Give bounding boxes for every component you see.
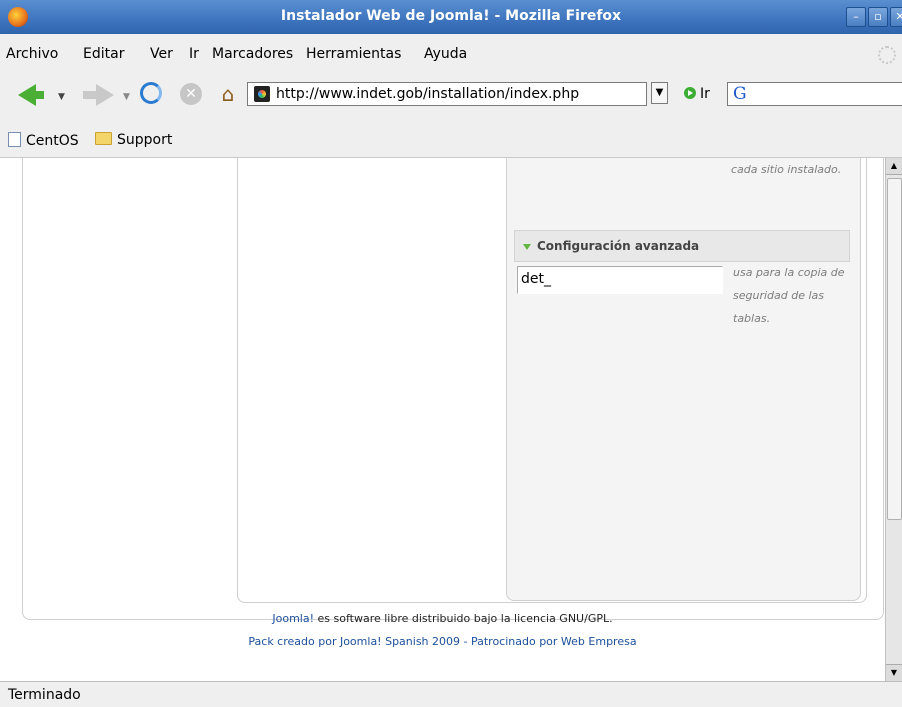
bookmark-support-label: Support [117,132,173,148]
maximize-button[interactable]: ▫ [868,7,888,27]
forward-arrow-icon[interactable] [96,84,114,106]
expand-triangle-icon [523,244,531,250]
menu-marcadores[interactable]: Marcadores [212,46,293,62]
forward-history-dropdown-icon[interactable]: ▼ [123,92,130,102]
hint-line-3: tablas. [733,312,771,325]
footer-license-text: es software libre distribuido bajo la li… [314,612,613,625]
url-bar[interactable]: http://www.indet.gob/installation/index.… [247,82,647,106]
site-favicon-icon [254,86,270,102]
menu-bar: Archivo Editar Ver Ir Marcadores Herrami… [0,34,902,68]
folder-icon [95,132,112,145]
menu-ver[interactable]: Ver [150,46,173,62]
bookmark-centos-label: CentOS [26,133,79,149]
forward-arrow-tail[interactable] [83,91,96,99]
bookmark-centos[interactable]: CentOS [8,132,79,149]
go-button-label[interactable]: Ir [700,86,710,102]
minimize-button[interactable]: – [846,7,866,27]
hint-line-1: usa para la copia de [733,266,845,279]
bookmarks-toolbar: CentOS Support [0,123,902,158]
hint-line-2: seguridad de las [733,289,825,302]
navigation-toolbar: ▼ ▼ ✕ ⌂ http://www.indet.gob/installatio… [0,68,902,123]
menu-editar[interactable]: Editar [83,46,124,62]
menu-archivo[interactable]: Archivo [6,46,58,62]
stop-icon[interactable]: ✕ [180,83,202,105]
window-titlebar: Instalador Web de Joomla! - Mozilla Fire… [0,0,902,34]
page-icon [8,132,21,147]
status-bar: Terminado [0,681,902,707]
go-icon[interactable] [684,87,696,99]
page-content: cada sitio instalado. Configuración avan… [0,158,885,681]
close-button[interactable]: ✕ [890,7,902,27]
advanced-config-toggle[interactable]: Configuración avanzada [514,230,850,262]
back-history-dropdown-icon[interactable]: ▼ [58,92,65,102]
scroll-thumb[interactable] [887,178,902,520]
window-title: Instalador Web de Joomla! - Mozilla Fire… [280,8,622,24]
scroll-down-icon[interactable]: ▼ [886,664,902,681]
search-engine-icon[interactable]: G [733,84,747,104]
vertical-scrollbar[interactable]: ▲ ▼ [885,158,902,681]
search-box[interactable]: G [727,82,902,106]
back-arrow-tail[interactable] [34,91,44,99]
footer-license: Joomla! es software libre distribuido ba… [0,612,885,625]
menu-ayuda[interactable]: Ayuda [424,46,467,62]
throbber-icon [878,46,896,64]
advanced-config-label: Configuración avanzada [537,239,700,253]
url-text[interactable]: http://www.indet.gob/installation/index.… [276,86,579,102]
status-text: Terminado [8,687,81,703]
home-icon[interactable]: ⌂ [216,82,240,106]
reload-icon[interactable] [140,82,162,104]
menu-ir[interactable]: Ir [189,46,199,62]
menu-herramientas[interactable]: Herramientas [306,46,401,62]
config-panel [506,158,861,601]
bookmark-support[interactable]: Support [95,132,172,148]
scroll-up-icon[interactable]: ▲ [886,158,902,175]
joomla-link[interactable]: Joomla! [272,612,314,625]
url-dropdown-button[interactable]: ▼ [651,82,668,104]
hint-text-top: cada sitio instalado. [731,163,842,176]
footer-credits-link[interactable]: Pack creado por Joomla! Spanish 2009 - P… [0,635,885,648]
table-prefix-input[interactable]: det_ [517,266,723,294]
